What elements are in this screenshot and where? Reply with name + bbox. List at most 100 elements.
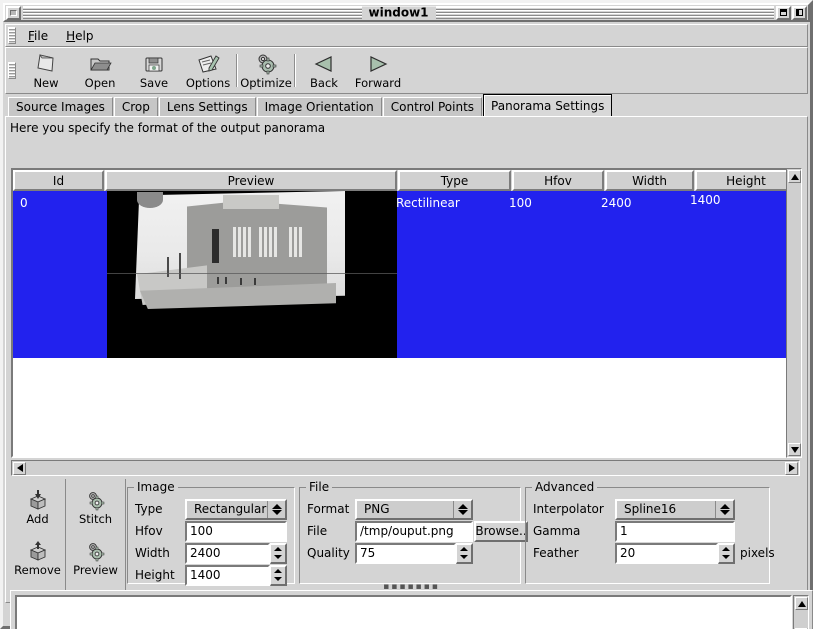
feather-spin-buttons[interactable] [718,543,735,564]
scroll-left-button[interactable] [13,462,26,475]
column-header-hfov[interactable]: Hfov [512,170,604,191]
quality-spin-up[interactable] [457,545,471,554]
column-header-id[interactable]: Id [13,170,104,191]
forward-triangle-icon [365,52,391,76]
table-vertical-scrollbar[interactable] [786,168,802,458]
tab-strip: Source Images Crop Lens Settings Image O… [5,94,808,117]
height-label: Height [135,568,185,582]
feather-input[interactable]: 20 [615,543,718,564]
type-label: Type [135,502,185,516]
gamma-input[interactable]: 1 [615,521,735,542]
type-value: Rectangular [187,502,267,516]
column-header-preview[interactable]: Preview [105,170,397,191]
scroll-right-button[interactable] [785,462,798,475]
feather-spin-up[interactable] [719,545,733,554]
cell-type: Rectilinear [396,191,509,358]
toolbar-options-button[interactable]: Options [181,49,235,92]
format-label: Format [307,502,355,516]
restore-icon [780,9,787,16]
column-header-width[interactable]: Width [605,170,694,191]
preview-button[interactable]: Preview [67,535,124,581]
tab-crop[interactable]: Crop [114,97,158,117]
file-path-input[interactable]: /tmp/ouput.png [355,521,473,542]
type-combobox[interactable]: Rectangular [185,499,287,520]
format-combobox[interactable]: PNG [355,499,473,520]
quality-spin-down[interactable] [457,553,471,562]
maximize-icon [796,9,803,16]
column-header-height[interactable]: Height [695,170,797,191]
tab-image-orientation[interactable]: Image Orientation [257,97,382,117]
menu-file[interactable]: File [19,27,57,45]
scroll-down-button[interactable] [788,443,801,456]
triangle-up-icon [791,174,799,180]
height-spin-up[interactable] [271,567,285,576]
interpolator-combobox[interactable]: Spline16 [615,499,735,520]
format-value: PNG [357,502,453,516]
format-combobox-arrows-icon[interactable] [453,501,471,518]
interpolator-label: Interpolator [533,502,615,516]
feather-unit-label: pixels [740,546,775,560]
tab-source-images-label: Source Images [16,100,105,114]
tab-source-images[interactable]: Source Images [8,97,113,117]
options-pencil-icon [195,52,221,76]
toolbar-open-button[interactable]: Open [73,49,127,92]
toolbar-new-button[interactable]: New [19,49,73,92]
toolbar-save-label: Save [140,77,168,89]
width-spin-up[interactable] [271,545,285,554]
tab-control-points[interactable]: Control Points [383,97,482,117]
table-horizontal-scrollbar[interactable] [11,460,800,476]
floppy-disk-icon [141,52,167,76]
image-group: Image Type Rectangular [127,487,295,584]
feather-spin-down[interactable] [719,553,733,562]
quality-input[interactable]: 75 [355,543,456,564]
toolbar-new-label: New [33,77,58,89]
combobox-arrows-icon[interactable] [267,501,285,518]
feather-label: Feather [533,546,615,560]
panorama-table[interactable]: Id Preview Type Hfov Width Height 0 [11,168,800,458]
log-text-area[interactable] [15,595,792,629]
quality-spin-buttons[interactable] [456,543,473,564]
interpolator-combobox-arrows-icon[interactable] [715,501,733,518]
quality-spinner[interactable]: 75 [355,543,473,564]
tab-lens-settings[interactable]: Lens Settings [159,97,256,117]
width-spin-buttons[interactable] [270,543,287,564]
toolbar-open-label: Open [85,77,116,89]
tab-image-orientation-label: Image Orientation [265,100,374,114]
toolbar-optimize-button[interactable]: Optimize [239,49,293,92]
preview-gears-icon [84,541,108,563]
column-header-type[interactable]: Type [398,170,511,191]
interpolator-value: Spline16 [617,502,715,516]
advanced-group: Advanced Interpolator Spline16 [525,487,770,584]
window-menu-button[interactable] [6,6,21,20]
feather-spinner[interactable]: 20 [615,543,735,564]
toolbar-separator-2 [294,54,296,87]
menu-help[interactable]: Help [57,27,102,45]
log-vertical-scrollbar[interactable] [793,595,809,629]
table-row[interactable]: 0 [13,191,798,358]
toolbar-forward-button[interactable]: Forward [351,49,405,92]
panorama-thumbnail [107,191,397,358]
stitch-button[interactable]: Stitch [67,484,124,530]
application-window: window1 File Help New [0,0,813,629]
width-spin-down[interactable] [271,553,285,562]
scroll-up-button[interactable] [788,170,801,183]
log-scroll-up-button[interactable] [795,597,808,610]
browse-button[interactable]: Browse.. [474,521,528,542]
width-spinner[interactable]: 2400 [185,543,287,564]
menu-help-label: elp [75,29,93,43]
toolbar-options-label: Options [186,77,230,89]
tab-panorama-settings[interactable]: Panorama Settings [483,94,612,117]
width-input[interactable]: 2400 [185,543,270,564]
maximize-button[interactable] [792,6,807,20]
hfov-input[interactable]: 100 [185,521,287,542]
restore-button[interactable] [776,6,791,20]
stitch-gears-icon [84,490,108,512]
toolbar-save-button[interactable]: Save [127,49,181,92]
add-button[interactable]: Add [9,484,66,530]
remove-button[interactable]: Remove [9,535,66,581]
tab-lens-settings-label: Lens Settings [167,100,248,114]
toolbar-grip[interactable] [8,62,16,79]
menu-bar-grip[interactable] [8,27,16,44]
toolbar-back-button[interactable]: Back [297,49,351,92]
remove-button-label: Remove [14,564,61,576]
